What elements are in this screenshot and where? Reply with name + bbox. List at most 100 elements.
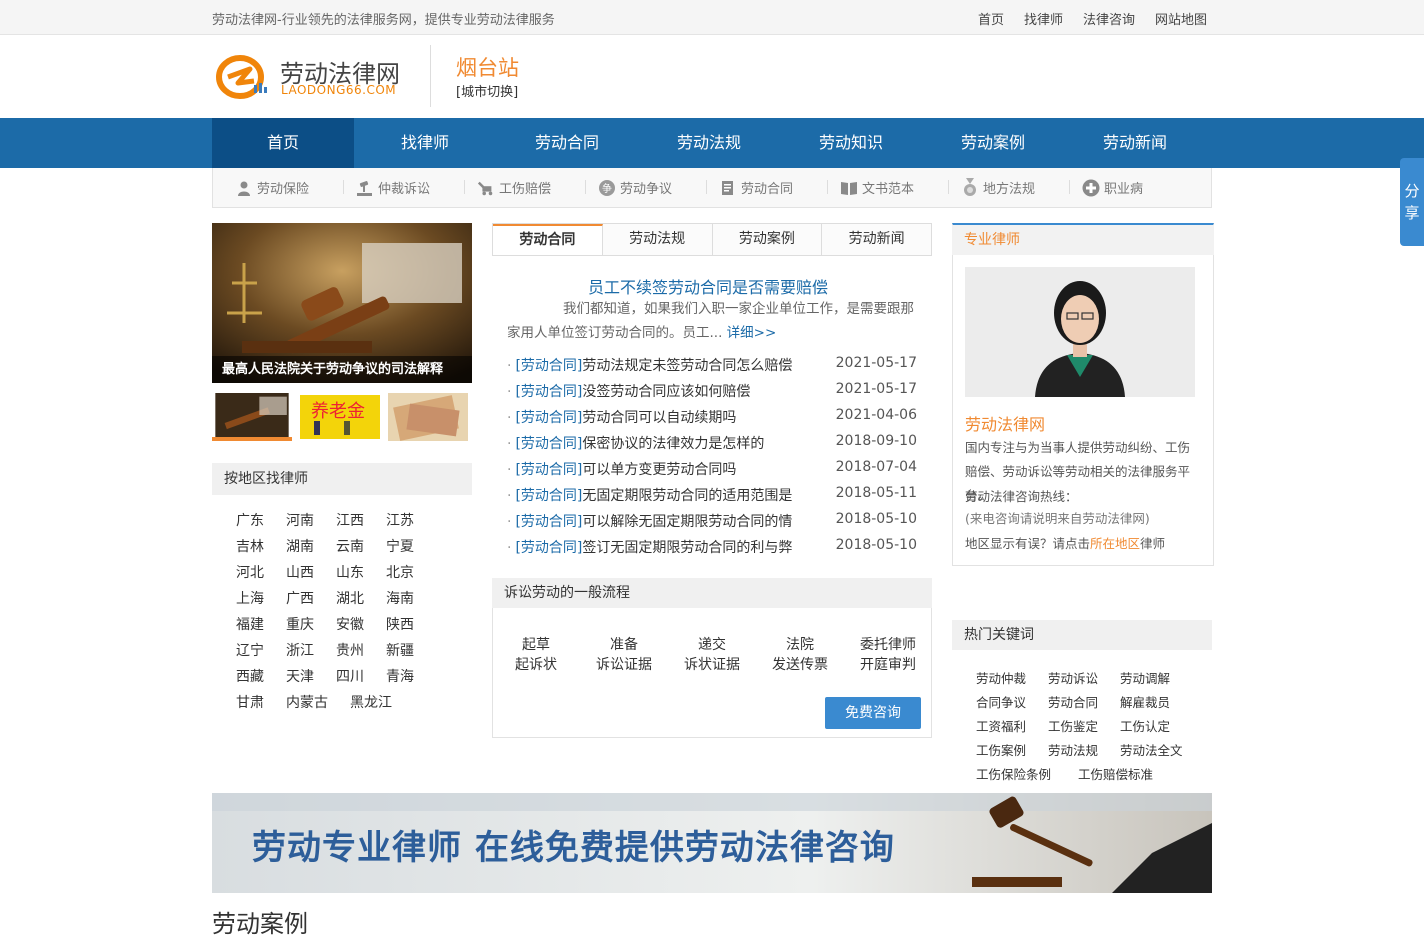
region-link[interactable]: 四川 [336, 666, 364, 686]
nav-item-find-lawyer[interactable]: 找律师 [354, 118, 496, 168]
banner-caption[interactable]: 最高人民法院关于劳动争议的司法解释 [212, 356, 472, 383]
region-link[interactable]: 新疆 [386, 640, 414, 660]
tab-regulations[interactable]: 劳动法规 [603, 224, 713, 255]
region-link[interactable]: 陕西 [386, 614, 414, 634]
tab-contract[interactable]: 劳动合同 [493, 224, 603, 255]
keyword-link[interactable]: 劳动调解 [1120, 668, 1170, 687]
news-title[interactable]: 没签劳动合同应该如何赔偿 [582, 384, 750, 400]
subnav-item-dispute[interactable]: 争 劳动争议 [598, 178, 719, 197]
keyword-link[interactable]: 工伤案例 [976, 740, 1026, 759]
region-link[interactable]: 湖南 [286, 536, 314, 556]
keyword-link[interactable]: 工伤赔偿标准 [1078, 764, 1153, 783]
logo-icon[interactable] [216, 53, 272, 101]
keyword-link[interactable]: 工资福利 [976, 716, 1026, 735]
news-category[interactable]: [劳动合同] [515, 410, 582, 426]
news-title[interactable]: 可以解除无固定期限劳动合同的情 [582, 514, 792, 530]
region-link[interactable]: 河北 [236, 562, 264, 582]
keyword-link[interactable]: 解雇裁员 [1120, 692, 1170, 711]
top-link-home[interactable]: 首页 [978, 9, 1004, 28]
region-hint-link[interactable]: 所在地区 [1090, 536, 1140, 551]
region-link[interactable]: 福建 [236, 614, 264, 634]
subnav-item-occupational-disease[interactable]: 职业病 [1082, 178, 1203, 197]
news-title[interactable]: 可以单方变更劳动合同吗 [582, 462, 736, 478]
region-link[interactable]: 山东 [336, 562, 364, 582]
keyword-link[interactable]: 劳动法规 [1048, 740, 1098, 759]
news-title[interactable]: 保密协议的法律效力是怎样的 [582, 436, 764, 452]
keyword-link[interactable]: 工伤认定 [1120, 716, 1170, 735]
news-category[interactable]: [劳动合同] [515, 514, 582, 530]
region-link[interactable]: 上海 [236, 588, 264, 608]
nav-item-contract[interactable]: 劳动合同 [496, 118, 638, 168]
region-link[interactable]: 安徽 [336, 614, 364, 634]
lawyer-name[interactable]: 劳动法律网 [965, 411, 1045, 435]
region-link[interactable]: 内蒙古 [286, 692, 328, 712]
tab-cases[interactable]: 劳动案例 [713, 224, 823, 255]
subnav-item-local-regulations[interactable]: 地方法规 [961, 177, 1082, 197]
tab-news[interactable]: 劳动新闻 [822, 224, 931, 255]
lawyer-photo[interactable] [965, 267, 1195, 397]
news-title[interactable]: 签订无固定期限劳动合同的利与弊 [582, 540, 792, 556]
subnav-item-contract[interactable]: 劳动合同 [719, 178, 840, 197]
keyword-link[interactable]: 劳动合同 [1048, 692, 1098, 711]
region-link[interactable]: 贵州 [336, 640, 364, 660]
keyword-link[interactable]: 劳动法全文 [1120, 740, 1183, 759]
list-item[interactable]: · [劳动合同]保密协议的法律效力是怎样的 2018-09-10 [507, 433, 919, 459]
nav-item-knowledge[interactable]: 劳动知识 [780, 118, 922, 168]
list-item[interactable]: · [劳动合同]签订无固定期限劳动合同的利与弊 2018-05-10 [507, 537, 919, 563]
keyword-link[interactable]: 劳动仲裁 [976, 668, 1026, 687]
region-link[interactable]: 宁夏 [386, 536, 414, 556]
region-link[interactable]: 重庆 [286, 614, 314, 634]
news-category[interactable]: [劳动合同] [515, 540, 582, 556]
banner-thumb-pension[interactable]: 养老金 [300, 393, 380, 441]
keyword-link[interactable]: 工伤鉴定 [1048, 716, 1098, 735]
list-item[interactable]: · [劳动合同]劳动法规定未签劳动合同怎么赔偿 2021-05-17 [507, 355, 919, 381]
banner-thumb-gavel[interactable] [212, 393, 292, 441]
news-title[interactable]: 无固定期限劳动合同的适用范围是 [582, 488, 792, 504]
region-link[interactable]: 吉林 [236, 536, 264, 556]
banner-thumb-documents[interactable] [388, 393, 468, 441]
region-link[interactable]: 湖北 [336, 588, 364, 608]
top-link-sitemap[interactable]: 网站地图 [1155, 9, 1207, 28]
top-link-consult[interactable]: 法律咨询 [1083, 9, 1135, 28]
region-link[interactable]: 西藏 [236, 666, 264, 686]
subnav-item-arbitration[interactable]: 仲裁诉讼 [356, 178, 477, 197]
region-link[interactable]: 山西 [286, 562, 314, 582]
nav-item-cases[interactable]: 劳动案例 [922, 118, 1064, 168]
subnav-item-templates[interactable]: 文书范本 [840, 178, 961, 197]
region-link[interactable]: 广西 [286, 588, 314, 608]
news-category[interactable]: [劳动合同] [515, 384, 582, 400]
region-link[interactable]: 浙江 [286, 640, 314, 660]
region-link[interactable]: 河南 [286, 510, 314, 530]
nav-item-news[interactable]: 劳动新闻 [1064, 118, 1206, 168]
keyword-link[interactable]: 工伤保险条例 [976, 764, 1051, 783]
list-item[interactable]: · [劳动合同]可以单方变更劳动合同吗 2018-07-04 [507, 459, 919, 485]
region-link[interactable]: 江苏 [386, 510, 414, 530]
subnav-item-insurance[interactable]: 劳动保险 [235, 178, 356, 197]
region-link[interactable]: 甘肃 [236, 692, 264, 712]
list-item[interactable]: · [劳动合同]无固定期限劳动合同的适用范围是 2018-05-11 [507, 485, 919, 511]
subnav-item-injury[interactable]: 工伤赔偿 [477, 178, 598, 197]
featured-article-title[interactable]: 员工不续签劳动合同是否需要赔偿 [492, 274, 924, 298]
news-title[interactable]: 劳动法规定未签劳动合同怎么赔偿 [582, 358, 792, 374]
news-category[interactable]: [劳动合同] [515, 358, 582, 374]
region-link[interactable]: 江西 [336, 510, 364, 530]
region-link[interactable]: 云南 [336, 536, 364, 556]
region-link[interactable]: 北京 [386, 562, 414, 582]
nav-item-home[interactable]: 首页 [212, 118, 354, 168]
share-float-button[interactable]: 分享 [1400, 158, 1424, 246]
region-link[interactable]: 黑龙江 [350, 692, 392, 712]
region-link[interactable]: 广东 [236, 510, 264, 530]
list-item[interactable]: · [劳动合同]没签劳动合同应该如何赔偿 2021-05-17 [507, 381, 919, 407]
featured-more-link[interactable]: 详细>> [727, 325, 777, 341]
region-link[interactable]: 青海 [386, 666, 414, 686]
keyword-link[interactable]: 合同争议 [976, 692, 1026, 711]
nav-item-regulations[interactable]: 劳动法规 [638, 118, 780, 168]
news-category[interactable]: [劳动合同] [515, 462, 582, 478]
keyword-link[interactable]: 劳动诉讼 [1048, 668, 1098, 687]
region-link[interactable]: 天津 [286, 666, 314, 686]
region-link[interactable]: 辽宁 [236, 640, 264, 660]
free-consult-button[interactable]: 免费咨询 [825, 697, 921, 729]
list-item[interactable]: · [劳动合同]可以解除无固定期限劳动合同的情 2018-05-10 [507, 511, 919, 537]
news-category[interactable]: [劳动合同] [515, 436, 582, 452]
news-category[interactable]: [劳动合同] [515, 488, 582, 504]
